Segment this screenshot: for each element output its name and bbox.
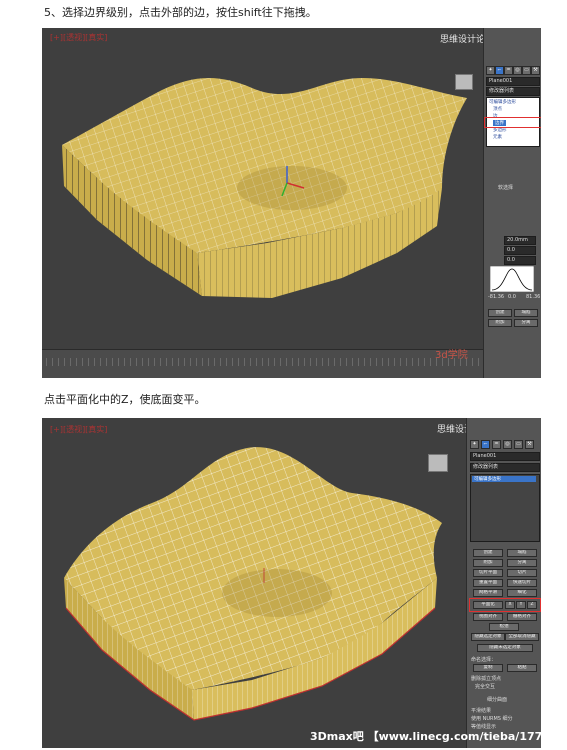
hide-selected-button[interactable]: 隐藏选定对象 — [471, 633, 505, 641]
subdivision-surface-title[interactable]: 细分曲面 — [487, 696, 507, 703]
delete-isolated-checkbox[interactable]: 删除孤立顶点 — [471, 675, 501, 682]
command-panel-1: ✦ ⌐ ♒ ◎ ▭ ⚒ Plane001 修改器列表 可编辑多边形 顶点 边 边… — [483, 28, 541, 378]
viewcube-1[interactable] — [455, 74, 473, 90]
hierarchy-tab-icon[interactable]: ♒ — [492, 440, 501, 449]
screenshot-2: [+][透视][真实] 思维设计论坛 www.missyuan.com ✦ ⌐ … — [42, 418, 541, 748]
object-name-field[interactable]: Plane001 — [486, 77, 540, 86]
smooth-result-checkbox[interactable]: 平滑结果 — [471, 707, 491, 714]
create-button[interactable]: 创建 — [488, 309, 512, 317]
soft-selection-title[interactable]: 软选择 — [498, 184, 513, 191]
motion-tab-icon[interactable]: ◎ — [503, 440, 512, 449]
hide-unselected-button[interactable]: 隐藏未选定对象 — [477, 644, 533, 652]
stack-item[interactable]: 可编辑多边形 — [489, 99, 516, 105]
quickslice-button[interactable]: 快速切片 — [507, 579, 537, 587]
collapse-button[interactable]: 塌陷 — [514, 309, 538, 317]
viewport-label-1[interactable]: [+][透视][真实] — [50, 32, 107, 43]
viewcube-2[interactable] — [428, 454, 448, 472]
curve-label-left: -81.36 — [488, 294, 505, 300]
timeline-1[interactable] — [42, 349, 483, 378]
detach-button[interactable]: 分离 — [507, 559, 537, 567]
falloff-curve — [490, 266, 534, 292]
stack-item[interactable]: 元素 — [493, 134, 502, 140]
paste-button[interactable]: 粘贴 — [507, 664, 537, 672]
utilities-tab-icon[interactable]: ⚒ — [531, 66, 540, 75]
collapse-button[interactable]: 塌陷 — [507, 549, 537, 557]
terrain-mesh-2 — [64, 447, 442, 721]
terrain-mesh-1 — [62, 77, 467, 298]
modify-tab-icon[interactable]: ⌐ — [481, 440, 490, 449]
viewport-2[interactable]: [+][透视][真实] — [42, 418, 466, 748]
slice-button[interactable]: 切片 — [507, 569, 537, 577]
create-tab-icon[interactable]: ✦ — [486, 66, 495, 75]
detach-button[interactable]: 分离 — [514, 319, 538, 327]
make-planar-highlight-box — [469, 598, 541, 612]
modify-tab-icon[interactable]: ⌐ — [495, 66, 504, 75]
display-tab-icon[interactable]: ▭ — [522, 66, 531, 75]
meshsmooth-button[interactable]: 网格平滑 — [473, 589, 503, 597]
unhide-all-button[interactable]: 全部取消隐藏 — [505, 633, 539, 641]
hierarchy-tab-icon[interactable]: ♒ — [504, 66, 513, 75]
pinch-field[interactable]: 0.0 — [504, 246, 536, 255]
display-tab-icon[interactable]: ▭ — [514, 440, 523, 449]
curve-label-mid: 0.0 — [508, 294, 516, 300]
viewport-label-2[interactable]: [+][透视][真实] — [50, 424, 107, 435]
watermark-logo: 3d学院 — [435, 350, 468, 361]
create-button[interactable]: 创建 — [473, 549, 503, 557]
falloff-field[interactable]: 20.0mm — [504, 236, 536, 245]
view-align-button[interactable]: 视图对齐 — [473, 613, 503, 621]
stack-item[interactable]: 顶点 — [493, 106, 502, 112]
grid-align-button[interactable]: 栅格对齐 — [507, 613, 537, 621]
modifier-list-dropdown[interactable]: 修改器列表 — [486, 87, 540, 96]
create-tab-icon[interactable]: ✦ — [470, 440, 479, 449]
named-selections-label: 命名选择： — [471, 657, 497, 663]
footer-credit: 3Dmax吧 【www.linecg.com/tieba/1771】 — [310, 730, 541, 743]
viewport-1[interactable]: [+][透视][真实] — [42, 28, 483, 378]
caption-flatten: 点击平面化中的Z，使底面变平。 — [44, 393, 206, 406]
motion-tab-icon[interactable]: ◎ — [513, 66, 522, 75]
reset-plane-button[interactable]: 重置平面 — [473, 579, 503, 587]
caption-step5: 5、选择边界级别，点击外部的边，按住shift往下拖拽。 — [44, 6, 317, 19]
selection-highlight-box — [484, 117, 541, 128]
modifier-stack[interactable]: 可编辑多边形 — [470, 474, 540, 542]
attach-button[interactable]: 附加 — [488, 319, 512, 327]
curve-label-right: 81.36 — [526, 294, 541, 300]
tessellate-button[interactable]: 细化 — [507, 589, 537, 597]
modifier-list-dropdown[interactable]: 修改器列表 — [470, 463, 540, 472]
use-nurms-checkbox[interactable]: 使用 NURMS 细分 — [471, 715, 513, 722]
relax-button[interactable]: 松弛 — [489, 623, 519, 631]
slice-plane-button[interactable]: 切片平面 — [473, 569, 503, 577]
utilities-tab-icon[interactable]: ⚒ — [525, 440, 534, 449]
copy-button[interactable]: 复制 — [473, 664, 503, 672]
bubble-field[interactable]: 0.0 — [504, 256, 536, 265]
screenshot-1: [+][透视][真实] 思维设计论坛 www.missyuan.com ✦ ⌐ … — [42, 28, 541, 378]
stack-item-selected[interactable]: 可编辑多边形 — [472, 476, 536, 482]
attach-button[interactable]: 附加 — [473, 559, 503, 567]
command-panel-2: ✦ ⌐ ♒ ◎ ▭ ⚒ Plane001 修改器列表 可编辑多边形 创建 塌陷 … — [466, 418, 541, 748]
object-name-field[interactable]: Plane001 — [470, 452, 540, 461]
full-interactivity-checkbox[interactable]: 完全交互 — [475, 683, 495, 690]
